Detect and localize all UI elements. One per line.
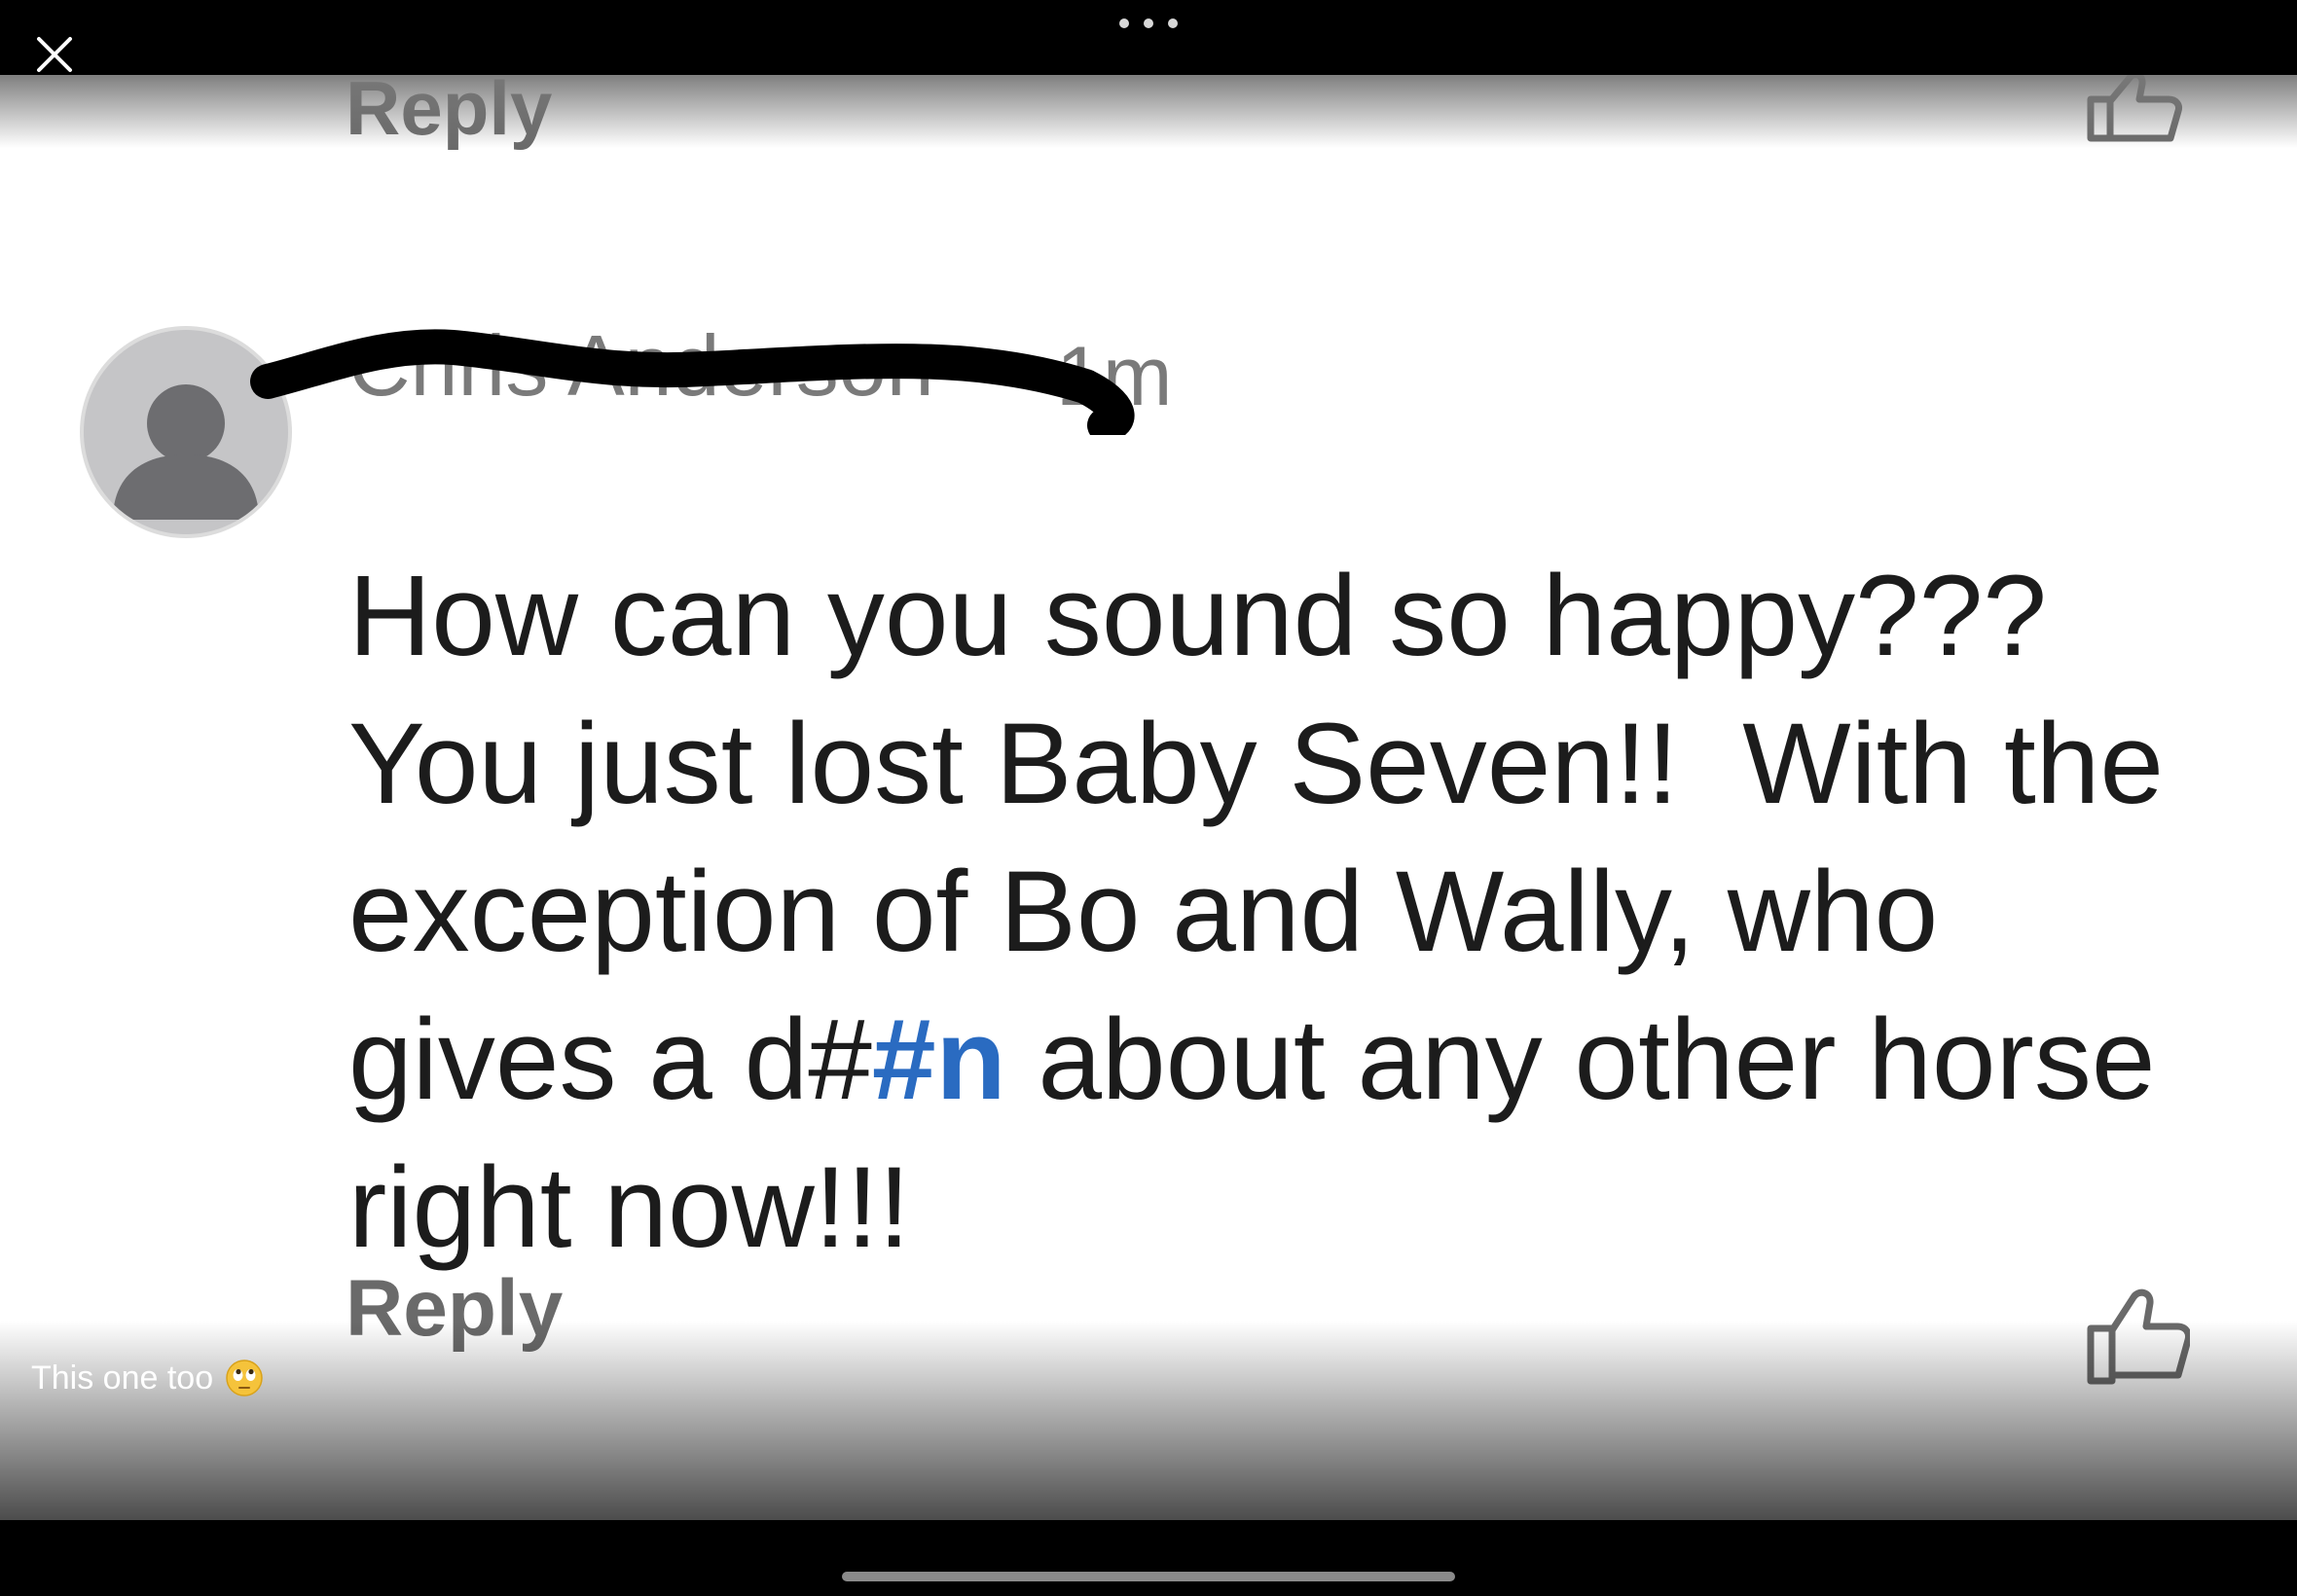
previous-reply-label: Reply <box>346 75 553 151</box>
thumbs-up-icon[interactable] <box>2083 1282 2190 1387</box>
viewer-top-bar <box>0 0 2297 75</box>
close-icon[interactable] <box>29 29 80 80</box>
reply-button[interactable]: Reply <box>346 1269 563 1349</box>
home-indicator[interactable] <box>842 1572 1455 1581</box>
comment-text: How can you sound so happy??? You just l… <box>348 552 2165 1272</box>
hashtag-link[interactable]: #n <box>872 996 1006 1124</box>
redaction-scribble <box>250 329 1135 435</box>
eye-roll-emoji <box>226 1360 263 1396</box>
photo-caption: This one too <box>31 1359 264 1397</box>
more-options-button[interactable] <box>1119 12 1178 35</box>
thumbs-up-icon <box>2087 75 2182 142</box>
more-dots-icon <box>1119 18 1129 28</box>
screenshot-image: Reply Chris Anderson 1m How can you soun… <box>0 75 2297 1520</box>
